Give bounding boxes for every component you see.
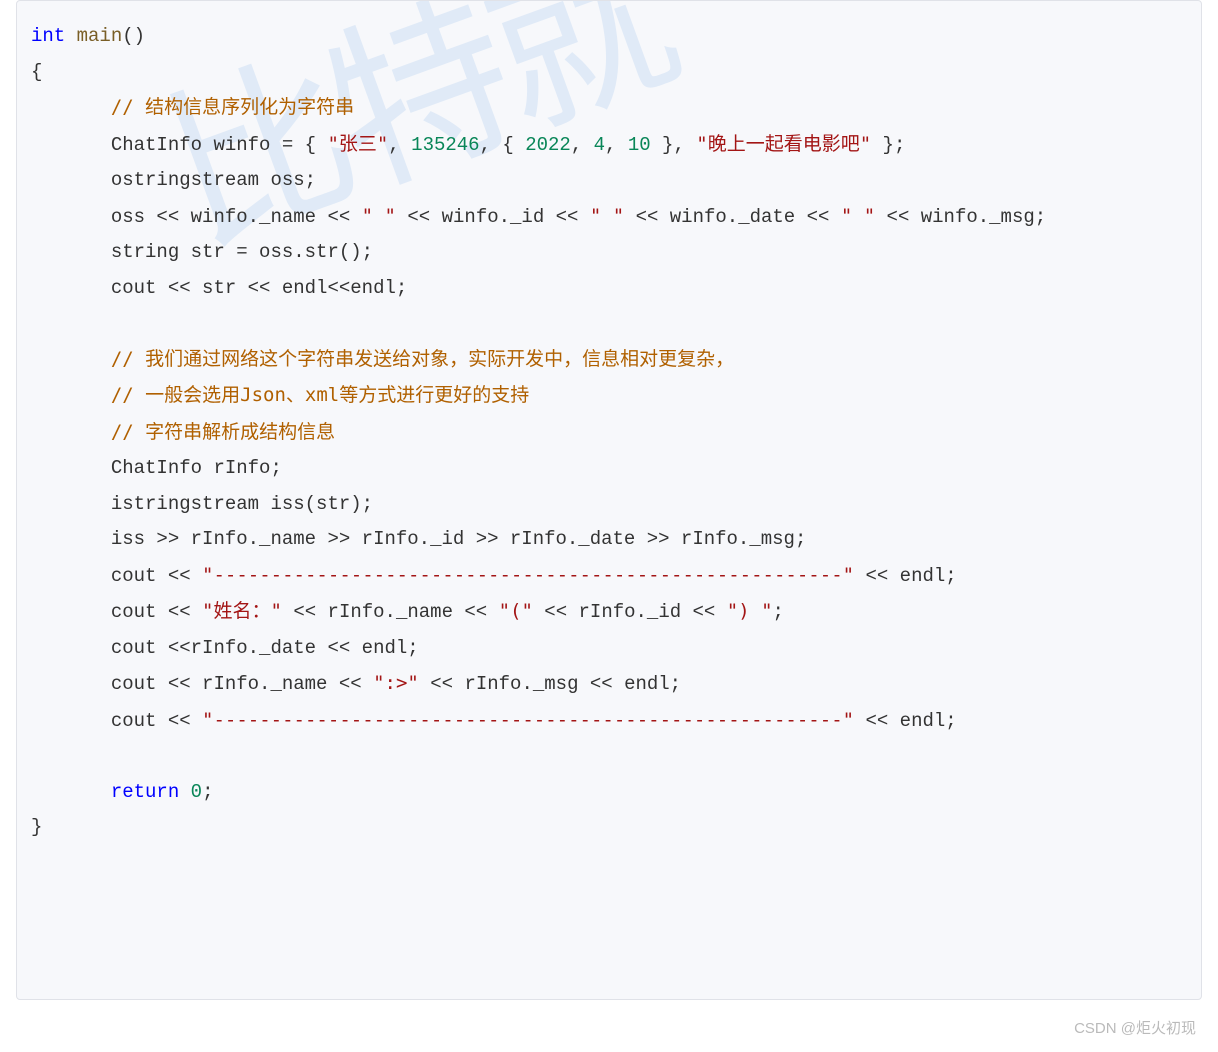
string-space: " " xyxy=(362,205,396,227)
text: ChatInfo winfo = { xyxy=(111,134,328,156)
text: << winfo._id << xyxy=(396,206,590,228)
code-line: ostringstream oss; xyxy=(111,169,316,191)
text: << winfo._date << xyxy=(624,206,841,228)
string-divider: "---------------------------------------… xyxy=(202,709,854,731)
comment-serialize: // 结构信息序列化为字符串 xyxy=(111,96,354,118)
comma: , xyxy=(571,134,594,156)
function-main: main xyxy=(77,25,123,47)
number-zero: 0 xyxy=(191,781,202,803)
text: cout << xyxy=(111,601,202,623)
text: cout << xyxy=(111,565,202,587)
number-day: 10 xyxy=(628,134,651,156)
comma: , xyxy=(605,134,628,156)
text: }; xyxy=(871,134,905,156)
comma: }, xyxy=(651,134,697,156)
comment-parse: // 字符串解析成结构信息 xyxy=(111,421,335,443)
string-prompt: ":>" xyxy=(373,672,419,694)
code-block: 比特就 int main() { // 结构信息序列化为字符串 ChatInfo… xyxy=(16,0,1202,1000)
comma: , { xyxy=(480,134,526,156)
string-space: " " xyxy=(841,205,875,227)
text: oss << winfo._name << xyxy=(111,206,362,228)
number-year: 2022 xyxy=(525,134,571,156)
string-divider: "---------------------------------------… xyxy=(202,564,854,586)
string-label-name: "姓名：" xyxy=(202,600,282,622)
credit-text: CSDN @炬火初现 xyxy=(1074,1017,1196,1038)
string-paren-close: ") " xyxy=(727,600,773,622)
code-line: cout <<rInfo._date << endl; xyxy=(111,637,419,659)
number-month: 4 xyxy=(594,134,605,156)
string-space: " " xyxy=(590,205,624,227)
semicolon: ; xyxy=(202,781,213,803)
text: << endl; xyxy=(854,710,957,732)
space xyxy=(179,781,190,803)
number-id: 135246 xyxy=(411,134,479,156)
keyword-return: return xyxy=(111,781,179,803)
text: << endl; xyxy=(854,565,957,587)
string-name: "张三" xyxy=(327,133,388,155)
text: << winfo._msg; xyxy=(875,206,1046,228)
text: cout << xyxy=(111,710,202,732)
text: ; xyxy=(773,601,784,623)
code-line: iss >> rInfo._name >> rInfo._id >> rInfo… xyxy=(111,528,807,550)
brace-close: } xyxy=(31,816,42,838)
text: << rInfo._name << xyxy=(282,601,499,623)
code-line: istringstream iss(str); xyxy=(111,493,373,515)
text: cout << rInfo._name << xyxy=(111,673,373,695)
parens: () xyxy=(122,25,145,47)
brace-open: { xyxy=(31,61,42,83)
code-content: int main() { // 结构信息序列化为字符串 ChatInfo win… xyxy=(31,19,1187,846)
text: << rInfo._msg << endl; xyxy=(419,673,681,695)
string-msg: "晚上一起看电影吧" xyxy=(696,133,871,155)
comma: , xyxy=(388,134,411,156)
code-line: cout << str << endl<<endl; xyxy=(111,277,407,299)
keyword-int: int xyxy=(31,25,65,47)
comment-network: // 我们通过网络这个字符串发送给对象，实际开发中，信息相对更复杂， xyxy=(111,348,734,370)
string-paren-open: "(" xyxy=(499,600,533,622)
text: << rInfo._id << xyxy=(533,601,727,623)
code-line: ChatInfo rInfo; xyxy=(111,457,282,479)
code-line: string str = oss.str(); xyxy=(111,241,373,263)
comment-json: // 一般会选用Json、xml等方式进行更好的支持 xyxy=(111,384,529,406)
